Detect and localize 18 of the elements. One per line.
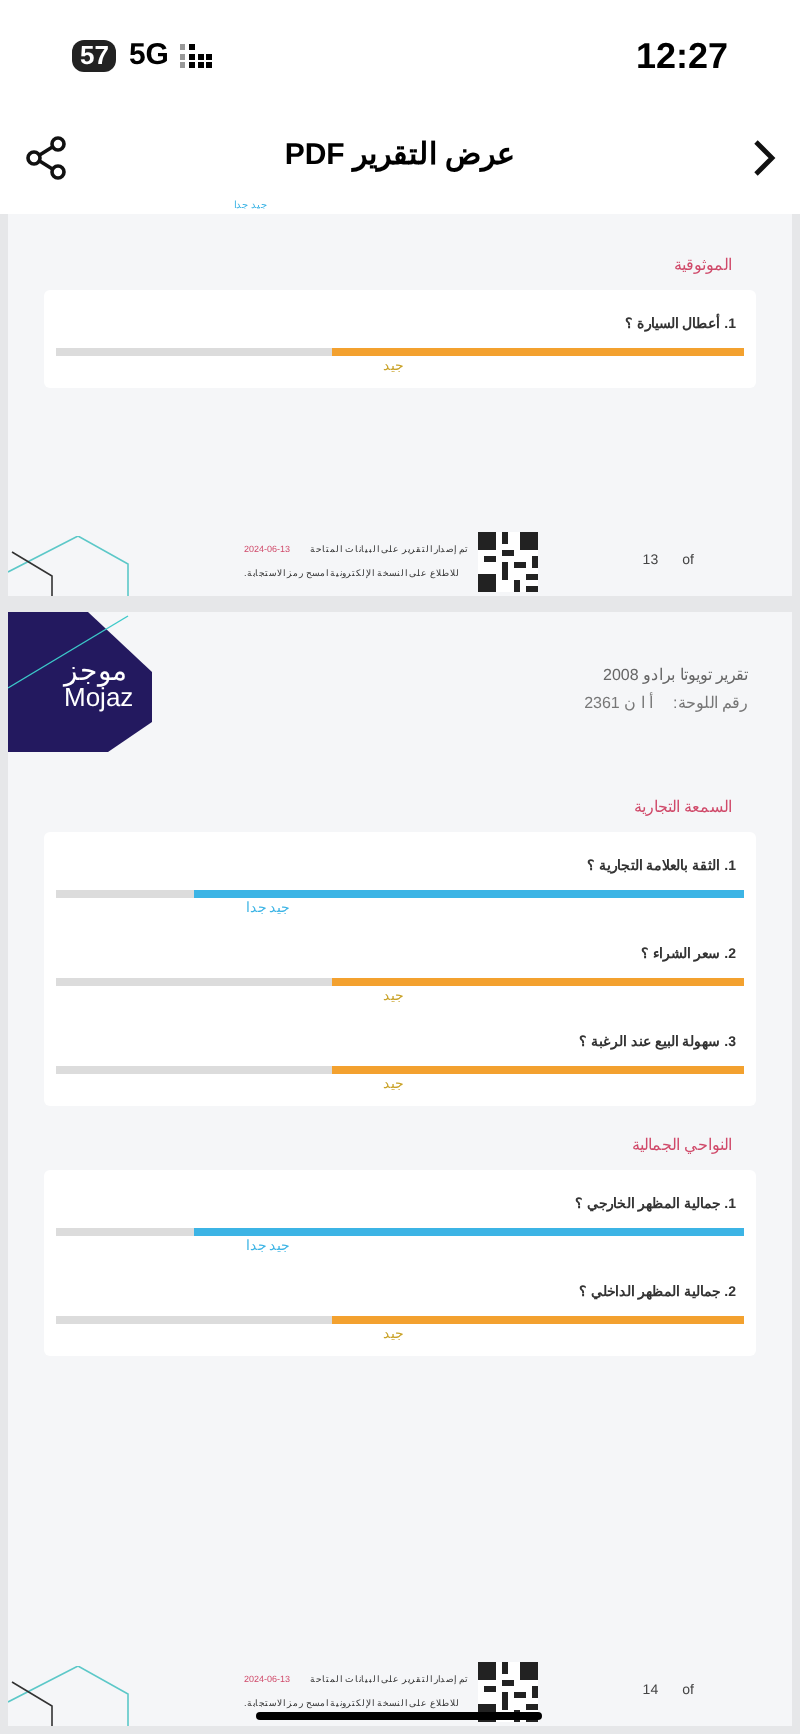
logo-latin-text: Mojaz — [64, 684, 134, 710]
chevron-right-icon[interactable] — [752, 137, 776, 177]
section-title: السمعة التجارية — [633, 798, 732, 816]
plate-label: رقم اللوحة: — [673, 692, 748, 716]
share-icon[interactable] — [24, 135, 68, 179]
logo-arabic-text: موجز — [64, 656, 128, 684]
battery-indicator: 57 — [72, 40, 117, 72]
report-title: تقرير تويوتا برادو 2008 — [603, 664, 748, 688]
network-type: 5G — [128, 35, 169, 76]
signal-icon — [180, 44, 213, 68]
hexagon-line-drawing — [8, 536, 132, 596]
section-title: النواحي الجمالية — [631, 1136, 732, 1154]
header-title: عرض التقرير PDF — [284, 136, 516, 177]
section-title: الموثوقية — [674, 256, 732, 274]
hexagon-line-drawing — [8, 1666, 132, 1726]
clock-time: 12:27 — [635, 33, 728, 79]
plate-number: أ ا ن 2361 — [584, 692, 654, 716]
logo-hexagon-drawing — [8, 612, 152, 752]
